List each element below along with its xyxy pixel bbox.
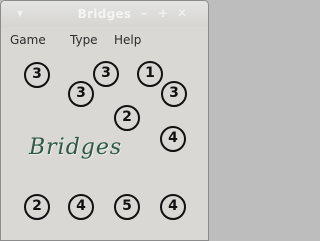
game-window: ▾ Bridges – + ✕ Game Type Help 3 3 1 3 3… <box>0 0 209 241</box>
titlebar[interactable]: ▾ Bridges – + ✕ <box>1 1 208 27</box>
menu-help[interactable]: Help <box>114 33 141 47</box>
island[interactable]: 4 <box>160 194 186 220</box>
island[interactable]: 2 <box>24 194 50 220</box>
bridges-logo: Bridges <box>29 135 123 160</box>
menu-type[interactable]: Type <box>70 33 98 47</box>
maximize-icon[interactable]: + <box>156 6 170 20</box>
island[interactable]: 3 <box>161 81 187 107</box>
island[interactable]: 4 <box>68 194 94 220</box>
close-icon[interactable]: ✕ <box>175 6 189 20</box>
island[interactable]: 3 <box>93 61 119 87</box>
menubar: Game Type Help <box>1 27 208 51</box>
island[interactable]: 5 <box>114 194 140 220</box>
island[interactable]: 4 <box>160 126 186 152</box>
menu-game[interactable]: Game <box>10 33 46 47</box>
game-board[interactable]: 3 3 1 3 3 2 4 Bridges 2 4 5 4 <box>1 51 208 240</box>
island[interactable]: 1 <box>137 61 163 87</box>
island[interactable]: 2 <box>114 105 140 131</box>
island[interactable]: 3 <box>68 81 94 107</box>
island[interactable]: 3 <box>24 62 50 88</box>
minimize-icon[interactable]: – <box>137 6 151 20</box>
